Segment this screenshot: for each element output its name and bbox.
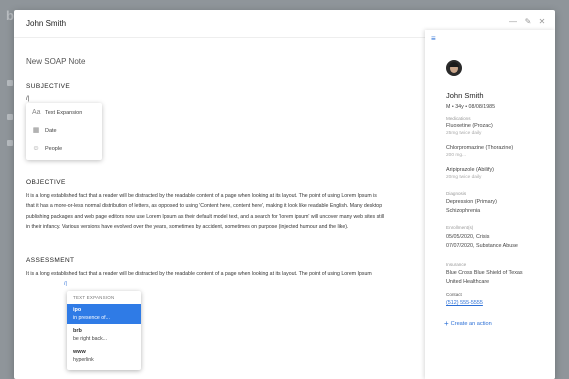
insurance-item: United Healthcare [446, 279, 490, 285]
calendar-icon: ▦ [32, 127, 40, 134]
text-expansion-menu: TEXT EXPANSION ipo in presence of... brb… [67, 291, 141, 370]
section-subjective: SUBJECTIVE [26, 83, 71, 90]
enrollment-item: 07/07/2020, Substance Abuse [446, 243, 518, 249]
plus-icon: + [444, 319, 449, 328]
medication-name: Fluoxetine (Prozac) [446, 123, 493, 129]
expansion-key: ipo [73, 307, 82, 313]
insert-menu: Aa Text Expansion ▦ Date ☺ People [26, 103, 102, 160]
diagnosis-label: Diagnosis [446, 191, 467, 196]
insurance-item: Blue Cross Blue Shield of Texas [446, 270, 523, 276]
close-icon[interactable]: ✕ [536, 16, 548, 28]
expansion-value: hyperlink [73, 357, 94, 363]
avatar-hair [449, 62, 459, 67]
expansion-ipo[interactable]: ipo in presence of... [67, 304, 141, 324]
note-title[interactable]: New SOAP Note [26, 57, 85, 66]
nav-icon [7, 80, 13, 86]
section-objective: OBJECTIVE [26, 179, 66, 186]
patient-meta: M • 34y • 08/08/1985 [446, 104, 496, 110]
section-assessment: ASSESSMENT [26, 257, 75, 264]
text-expansion-header: TEXT EXPANSION [73, 295, 115, 300]
expansion-www[interactable]: www hyperlink [67, 346, 141, 366]
person-icon: ☺ [32, 145, 40, 152]
medication-name: Chlorpromazine (Thorazine) [446, 145, 514, 151]
avatar [446, 60, 462, 76]
insurance-label: Insurance [446, 262, 467, 267]
text-expansion-icon: Aa [32, 109, 41, 116]
nav-icon [7, 114, 13, 120]
medications-label: Medications [446, 116, 471, 121]
diagnosis-item: Schizophrenia [446, 208, 481, 214]
medication-dose: 25mg twice daily [446, 131, 482, 136]
medication-name: Aripiprazole (Abilify) [446, 167, 494, 173]
expansion-brb[interactable]: brb be right back... [67, 325, 141, 345]
objective-text[interactable]: It is a long established fact that a rea… [26, 191, 386, 233]
slash-command-trigger[interactable]: /| [26, 96, 29, 102]
expansion-value: be right back... [73, 336, 108, 342]
assessment-slash-trigger[interactable]: /| [64, 281, 67, 287]
create-action-label: Create an action [450, 321, 492, 327]
nav-icon [7, 140, 13, 146]
app-logo: b [6, 8, 14, 23]
insert-item-label: People [45, 146, 63, 152]
assessment-text[interactable]: It is a long established fact that a rea… [26, 269, 386, 279]
expansion-key: brb [73, 328, 82, 334]
insert-text-expansion[interactable]: Aa Text Expansion [26, 105, 102, 122]
phone-link[interactable]: (512) 555-5555 [446, 300, 483, 306]
patient-name: John Smith [446, 91, 484, 100]
medication-dose: 200 mg... [446, 153, 466, 158]
medication-dose: 20mg twice daily [446, 175, 482, 180]
soap-note-modal: John Smith — ✎ ✕ New SOAP Note SUBJECTIV… [14, 10, 555, 379]
insert-item-label: Date [45, 128, 57, 134]
insert-item-label: Text Expansion [45, 110, 83, 116]
insert-people[interactable]: ☺ People [26, 141, 102, 158]
diagnosis-item: Depression (Primary) [446, 199, 497, 205]
enrollments-label: Enrollment(s) [446, 225, 474, 230]
note-editor[interactable]: New SOAP Note SUBJECTIVE /| Aa Text Expa… [14, 38, 424, 379]
insert-date[interactable]: ▦ Date [26, 123, 102, 140]
edit-icon[interactable]: ✎ [522, 16, 534, 28]
minimize-icon[interactable]: — [507, 16, 519, 28]
patient-panel: ≡ John Smith M • 34y • 08/08/1985 Medica… [425, 30, 555, 379]
expansion-key: www [73, 349, 86, 355]
contact-label: Contact [446, 292, 462, 297]
expansion-value: in presence of... [73, 315, 110, 321]
enrollment-item: 05/05/2020, Crisis [446, 234, 490, 240]
collapse-panel-icon[interactable]: ≡ [431, 34, 441, 44]
modal-title: John Smith [26, 19, 67, 28]
create-action-button[interactable]: + Create an action [444, 319, 492, 328]
